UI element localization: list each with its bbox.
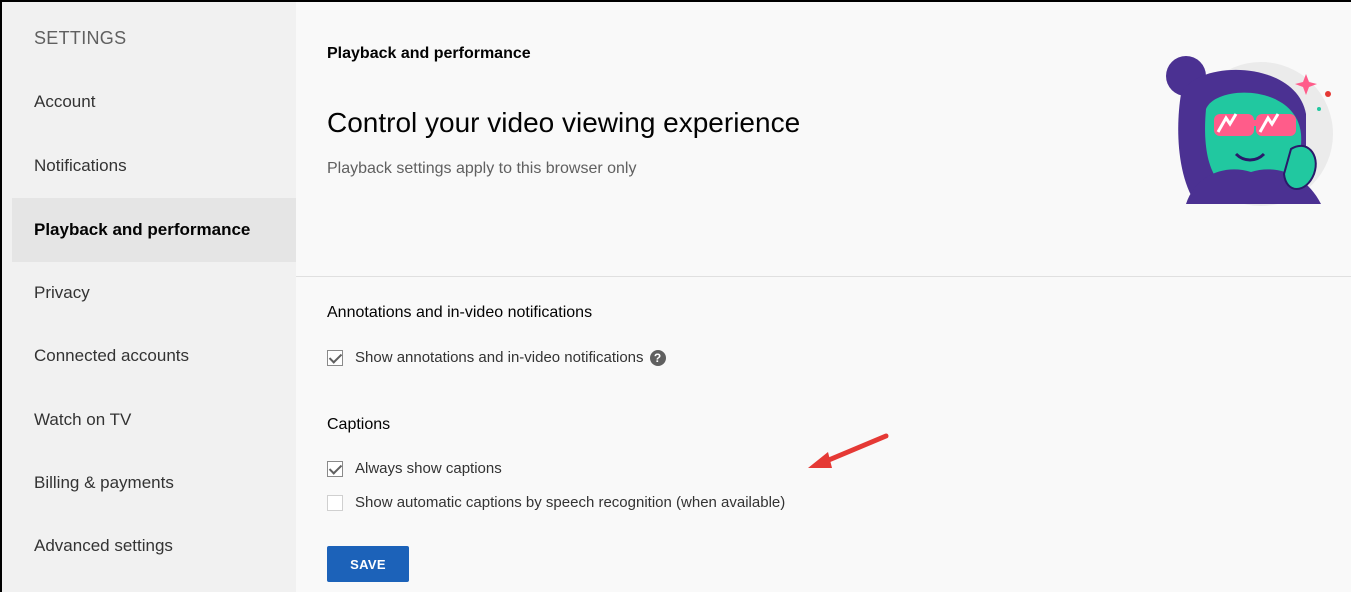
annotations-option-label: Show annotations and in-video notificati…: [355, 349, 644, 366]
sidebar-item-label: Notifications: [34, 156, 127, 175]
sidebar-item-account[interactable]: Account: [12, 70, 296, 134]
sidebar-item-advanced-settings[interactable]: Advanced settings: [12, 514, 296, 578]
always-show-captions-checkbox[interactable]: [327, 460, 343, 477]
section-divider: [296, 276, 1351, 277]
annotations-option-row[interactable]: Show annotations and in-video notificati…: [327, 349, 666, 366]
sidebar-item-connected-accounts[interactable]: Connected accounts: [12, 324, 296, 388]
auto-captions-checkbox[interactable]: [327, 494, 343, 511]
sidebar-item-notifications[interactable]: Notifications: [12, 134, 296, 198]
auto-captions-label: Show automatic captions by speech recogn…: [355, 494, 786, 511]
sidebar-item-label: Privacy: [34, 283, 90, 302]
always-show-captions-row[interactable]: Always show captions: [327, 460, 502, 477]
sidebar-item-label: Advanced settings: [34, 536, 173, 555]
playback-illustration-icon: [1166, 56, 1333, 206]
sidebar-item-label: Billing & payments: [34, 473, 174, 492]
sidebar-heading: SETTINGS: [34, 28, 127, 48]
sidebar-item-label: Account: [34, 92, 96, 111]
annotations-section-title: Annotations and in-video notifications: [327, 304, 593, 321]
sidebar-item-label: Playback and performance: [34, 220, 251, 239]
hero-title: Control your video viewing experience: [327, 107, 801, 138]
settings-sidebar: SETTINGS Account Notifications Playback …: [2, 2, 296, 592]
annotations-checkbox[interactable]: [327, 349, 343, 366]
always-show-captions-label: Always show captions: [355, 460, 502, 477]
sidebar-item-watch-on-tv[interactable]: Watch on TV: [12, 388, 296, 452]
annotation-arrow-icon: [808, 433, 889, 468]
sidebar-item-label: Connected accounts: [34, 346, 189, 365]
sidebar-item-playback-and-performance[interactable]: Playback and performance: [12, 198, 296, 262]
sidebar-item-billing-and-payments[interactable]: Billing & payments: [12, 451, 296, 515]
sidebar-item-privacy[interactable]: Privacy: [12, 261, 296, 325]
auto-captions-row[interactable]: Show automatic captions by speech recogn…: [327, 494, 785, 511]
page-title: Playback and performance: [327, 45, 531, 62]
captions-section-title: Captions: [327, 416, 391, 433]
hero-subtitle: Playback settings apply to this browser …: [327, 160, 637, 177]
sidebar-item-label: Watch on TV: [34, 410, 132, 429]
help-icon[interactable]: ?: [649, 349, 666, 366]
save-button[interactable]: SAVE: [327, 546, 409, 582]
settings-main: Playback and performance Control your vi…: [296, 2, 1351, 592]
